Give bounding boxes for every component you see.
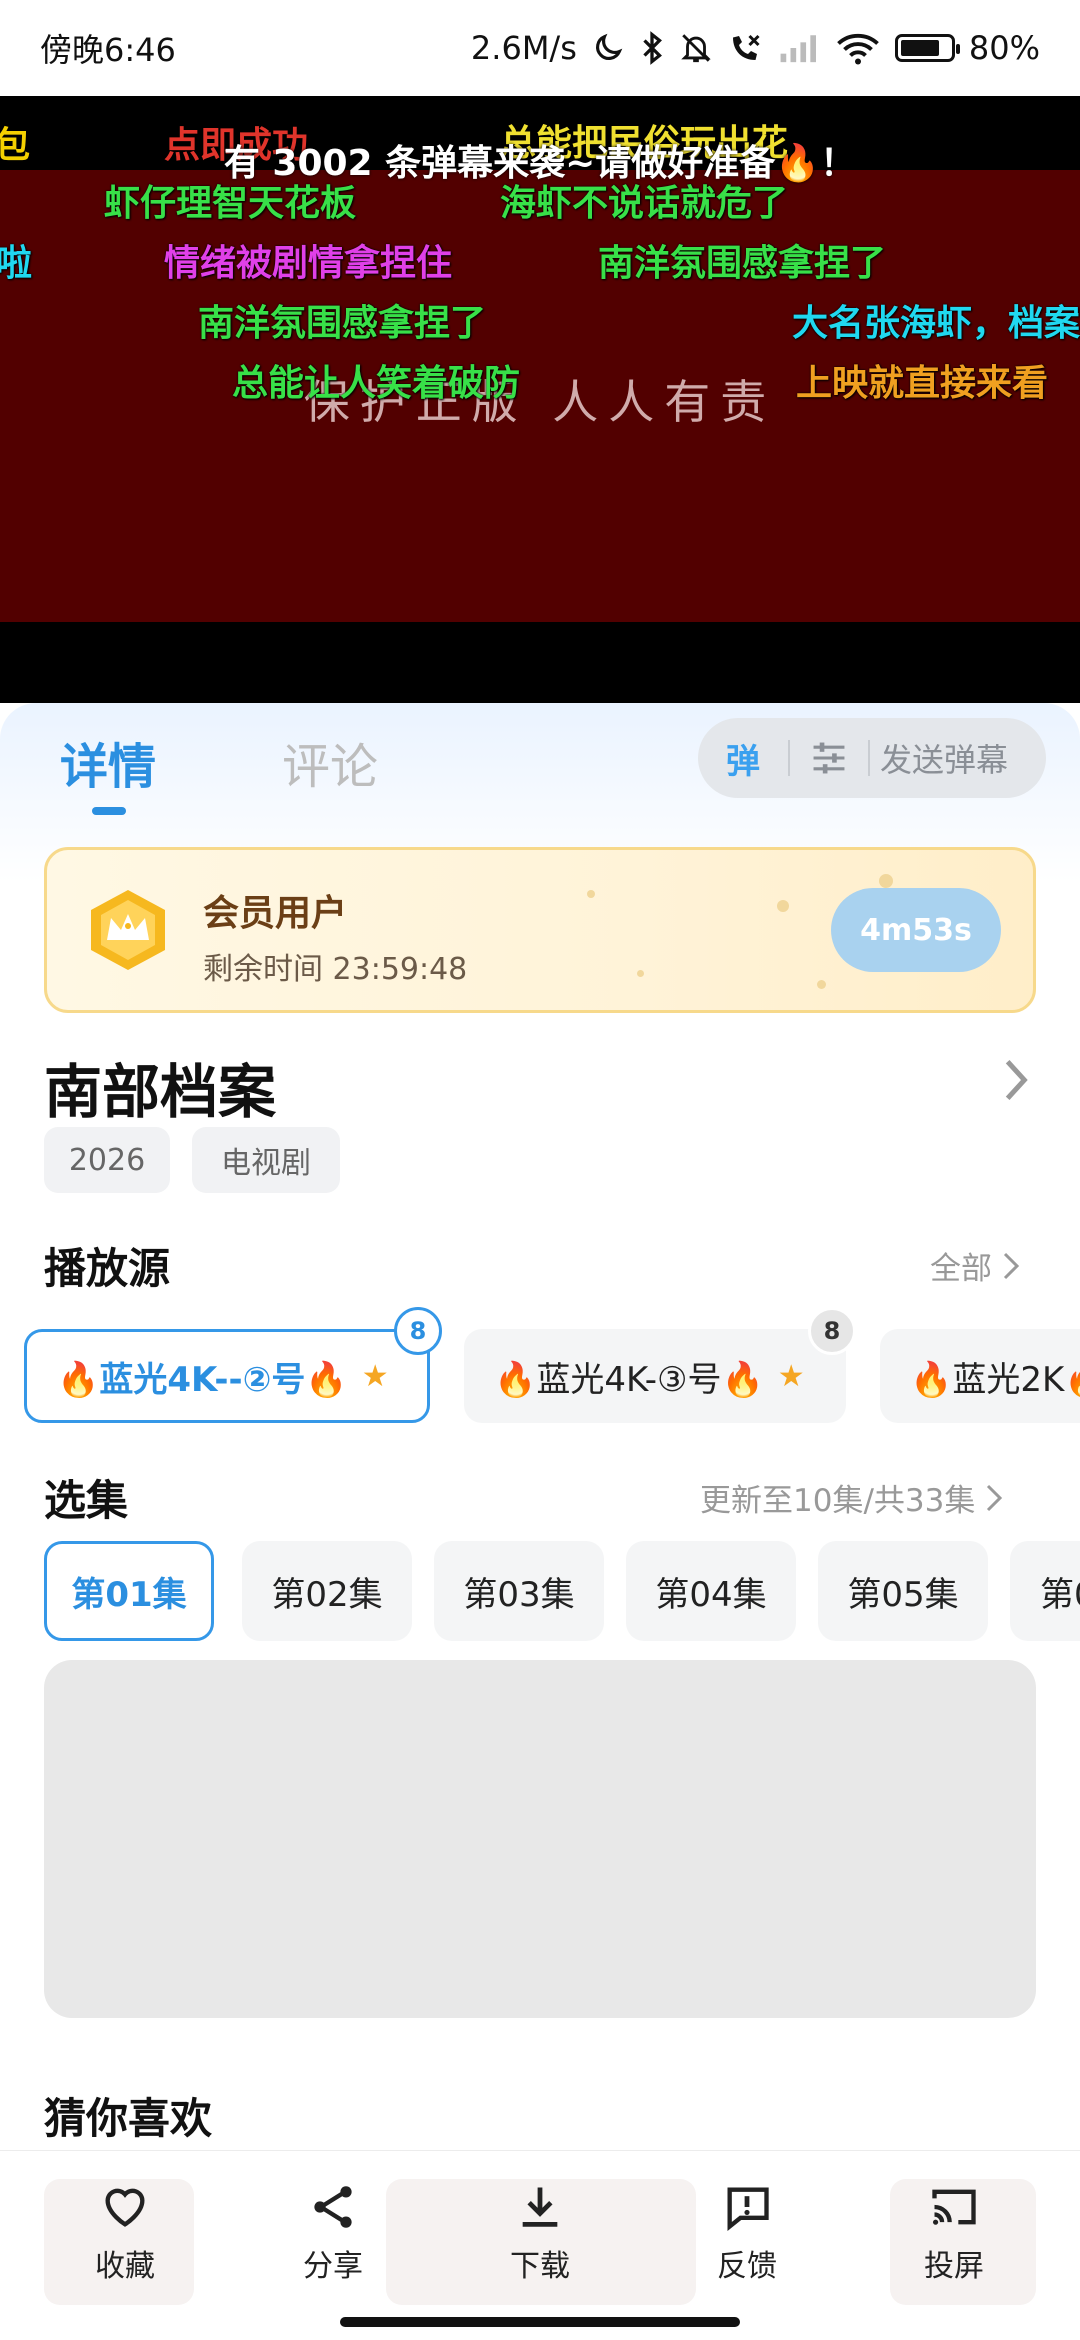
danmaku-item: 总能让人笑着破防 xyxy=(232,363,521,404)
source-label: 🔥蓝光4K-③号🔥 xyxy=(494,1359,764,1400)
episodes-update-link[interactable]: 更新至10集/共33集 xyxy=(700,1475,1003,1520)
show-title[interactable]: 南部档案 xyxy=(44,1045,276,1129)
call-icon xyxy=(727,28,763,68)
heart-icon xyxy=(105,2188,145,2227)
signal-icon xyxy=(777,28,821,68)
sources-all-link[interactable]: 全部 xyxy=(930,1243,1020,1288)
danmaku-item: 情绪被剧情拿捏住 xyxy=(164,243,453,284)
tag-genre: 电视剧 xyxy=(192,1127,340,1193)
moon-icon xyxy=(591,28,625,68)
danmaku-item: 南洋氛围感拿捏了 xyxy=(598,243,887,284)
download-icon xyxy=(522,2187,558,2227)
recommend-heading: 猜你喜欢 xyxy=(44,2094,213,2143)
vip-timer-button[interactable]: 4m53s xyxy=(831,888,1001,972)
network-speed: 2.6M/s xyxy=(470,29,577,67)
danmaku-item: 上映就直接来看 xyxy=(796,363,1049,404)
download-label: 下载 xyxy=(510,2249,570,2284)
feedback-icon xyxy=(727,2187,769,2232)
sources-heading: 播放源 xyxy=(44,1244,171,1293)
source-item[interactable]: 🔥蓝光4K-③号🔥 ★ xyxy=(464,1329,846,1423)
source-item[interactable]: 🔥蓝光4K--②号🔥 ★ xyxy=(24,1329,430,1423)
episode-item[interactable]: 第01集 xyxy=(44,1541,214,1641)
danmaku-item: 啦 xyxy=(0,243,33,284)
status-bar: 傍晚6:46 2.6M/s 80% xyxy=(0,0,1080,96)
share-icon xyxy=(314,2186,352,2228)
chevron-right-icon[interactable] xyxy=(996,1055,1036,1105)
episodes-update-info: 更新至10集/共33集 xyxy=(700,1483,976,1519)
source-label: 🔥蓝光4K--②号🔥 xyxy=(57,1359,348,1400)
vip-card[interactable]: 会员用户 剩余时间 23:59:48 4m53s xyxy=(44,847,1036,1013)
cast-button[interactable]: 投屏 xyxy=(884,2181,1024,2285)
source-count-badge: 8 xyxy=(808,1307,856,1355)
episode-item[interactable]: 第05集 xyxy=(818,1541,988,1641)
video-player[interactable]: 保护正版 人人有责 包 点即成功 总能把民俗玩出花 有 3002 条弹幕来袭~请… xyxy=(0,96,1080,703)
share-button[interactable]: 分享 xyxy=(263,2181,403,2285)
star-icon: ★ xyxy=(361,1358,389,1394)
share-label: 分享 xyxy=(303,2249,363,2284)
send-danmaku-button[interactable]: 发送弹幕 xyxy=(870,735,1008,781)
feedback-button[interactable]: 反馈 xyxy=(677,2181,817,2285)
favorite-button[interactable]: 收藏 xyxy=(55,2181,195,2285)
danmaku-item: 大名张海虾，档案 xyxy=(792,303,1080,344)
episode-item[interactable]: 第03集 xyxy=(434,1541,604,1641)
vip-title: 会员用户 xyxy=(203,893,348,934)
danmaku-toggle-button[interactable]: 弹 xyxy=(698,734,788,783)
cast-icon xyxy=(932,2189,976,2225)
bottom-action-bar: 收藏 分享 下载 反馈 投屏 xyxy=(0,2150,1080,2340)
bluetooth-icon xyxy=(639,28,665,68)
star-icon: ★ xyxy=(777,1358,805,1394)
danmaku-item: 海虾不说话就危了 xyxy=(500,183,789,224)
episode-item[interactable]: 第06集 xyxy=(1010,1541,1080,1641)
bell-off-icon xyxy=(679,28,713,68)
danmaku-item: 虾仔理智天花板 xyxy=(104,183,357,224)
episode-item[interactable]: 第04集 xyxy=(626,1541,796,1641)
tab-details[interactable]: 详情 xyxy=(60,727,156,797)
download-button[interactable]: 下载 xyxy=(470,2181,610,2285)
danmaku-settings-icon[interactable] xyxy=(790,741,868,775)
sources-all-label: 全部 xyxy=(930,1251,992,1287)
source-count-badge: 8 xyxy=(394,1307,442,1355)
home-indicator[interactable] xyxy=(340,2317,740,2327)
tab-comments[interactable]: 评论 xyxy=(282,727,378,797)
content-placeholder xyxy=(44,1660,1036,2018)
crown-icon xyxy=(91,890,165,970)
battery-icon xyxy=(894,28,960,68)
danmaku-control-bar: 弹 发送弹幕 xyxy=(698,718,1046,798)
episode-item[interactable]: 第02集 xyxy=(242,1541,412,1641)
danmaku-item: 南洋氛围感拿捏了 xyxy=(198,303,487,344)
detail-sheet: 详情 评论 弹 发送弹幕 会员用户 剩余时间 23:59:48 4m53s 南部… xyxy=(0,703,1080,2340)
episodes-heading: 选集 xyxy=(44,1476,129,1525)
chevron-right-icon xyxy=(1003,1252,1020,1279)
battery-percent: 80% xyxy=(968,29,1040,67)
chevron-right-icon xyxy=(987,1484,1003,1511)
status-time: 傍晚6:46 xyxy=(40,31,176,69)
tag-year: 2026 xyxy=(44,1127,170,1193)
tab-indicator xyxy=(92,807,126,815)
vip-remaining-time: 剩余时间 23:59:48 xyxy=(203,952,468,987)
source-label: 🔥蓝光2K🔥 xyxy=(910,1359,1080,1400)
cast-label: 投屏 xyxy=(924,2249,984,2284)
feedback-label: 反馈 xyxy=(717,2249,777,2284)
wifi-icon xyxy=(835,28,881,68)
source-item[interactable]: 🔥蓝光2K🔥 xyxy=(880,1329,1080,1423)
favorite-label: 收藏 xyxy=(95,2249,155,2284)
